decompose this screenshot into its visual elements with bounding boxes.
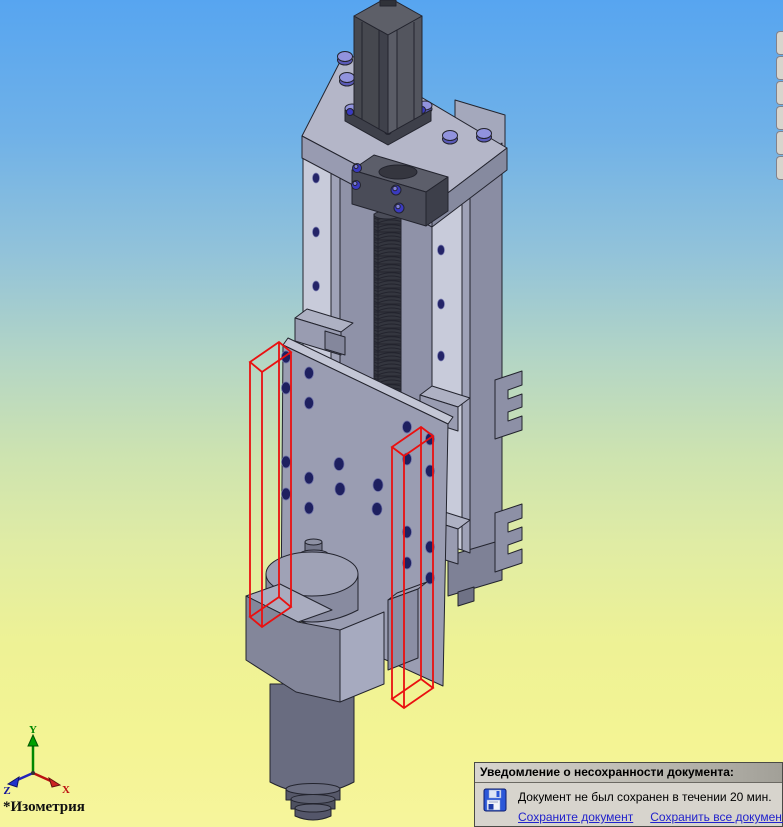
floppy-disk-icon — [483, 787, 509, 824]
y-axis-arrow — [27, 733, 39, 747]
stepper-motor[interactable] — [344, 0, 432, 146]
view-orientation-label: *Изометрия — [3, 799, 85, 815]
toolbar-button[interactable] — [776, 56, 783, 80]
x-axis-label: X — [62, 784, 70, 796]
toolbar-button[interactable] — [776, 81, 783, 105]
y-axis-label: Y — [29, 724, 37, 736]
toolbar-button[interactable] — [776, 106, 783, 130]
toolbar-button[interactable] — [776, 156, 783, 180]
notification-title: Уведомление о несохранности документа: — [475, 763, 782, 783]
unsaved-document-notification: Уведомление о несохранности документа: Д… — [474, 762, 783, 827]
cad-model — [245, 0, 523, 821]
notification-message: Документ не был сохранен в течении 20 ми… — [518, 790, 772, 804]
ball-screw[interactable] — [373, 210, 402, 409]
right-docked-toolbar — [776, 31, 783, 181]
save-document-link[interactable]: Сохраните документ — [518, 810, 633, 824]
x-axis-arrow — [48, 776, 62, 788]
save-all-documents-link[interactable]: Сохранить все документы — [650, 810, 783, 824]
cad-viewport: Y X Z *Изометрия Уведомление о несохранн… — [0, 0, 783, 827]
toolbar-button[interactable] — [776, 31, 783, 55]
toolbar-button[interactable] — [776, 131, 783, 155]
z-axis-label: Z — [3, 785, 10, 797]
collet-chuck — [285, 783, 341, 821]
